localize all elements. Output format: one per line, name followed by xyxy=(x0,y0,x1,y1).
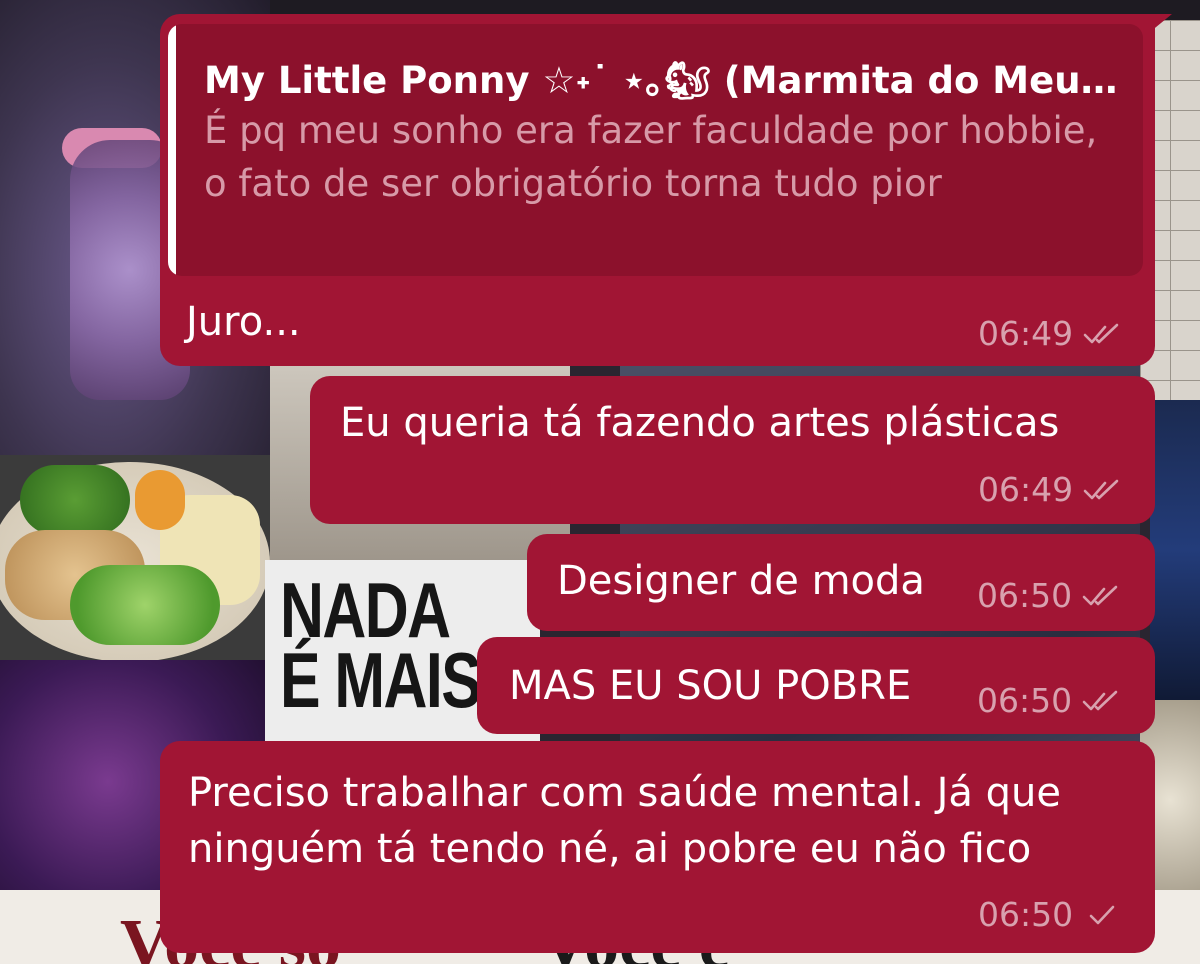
message-meta: 06:50 xyxy=(977,681,1120,720)
reply-quote[interactable]: My Little Ponny ☆˖˙ ⋆｡🐿 (Marmita do Meu…… xyxy=(168,24,1143,276)
message-time: 06:50 xyxy=(977,576,1073,615)
wallpaper-carrot xyxy=(135,470,185,530)
reply-quote-bar xyxy=(168,24,176,276)
message-meta: 06:50 xyxy=(977,576,1120,615)
wallpaper-right-photo xyxy=(1150,400,1200,700)
reply-author: My Little Ponny ☆˖˙ ⋆｡🐿 (Marmita do Meu… xyxy=(204,59,1118,102)
message-text: Preciso trabalhar com saúde mental. Já q… xyxy=(188,770,1062,872)
message-bubble[interactable]: My Little Ponny ☆˖˙ ⋆｡🐿 (Marmita do Meu…… xyxy=(160,14,1155,366)
wallpaper-salad xyxy=(70,565,220,645)
message-time: 06:49 xyxy=(978,470,1074,509)
message-meta: 06:49 xyxy=(978,314,1121,353)
message-bubble[interactable]: Designer de moda 06:50 xyxy=(527,534,1155,631)
message-time: 06:49 xyxy=(978,314,1074,353)
double-check-icon xyxy=(1082,690,1118,710)
message-text: Juro... xyxy=(186,299,301,345)
message-bubble[interactable]: Eu queria tá fazendo artes plásticas 06:… xyxy=(310,376,1155,524)
message-text: Designer de moda xyxy=(557,558,925,604)
reply-text: É pq meu sonho era fazer faculdade por h… xyxy=(204,109,1098,205)
message-text: Eu queria tá fazendo artes plásticas xyxy=(340,400,1060,446)
wallpaper-broccoli xyxy=(20,465,130,535)
message-meta: 06:49 xyxy=(978,470,1121,509)
single-check-icon xyxy=(1089,905,1115,924)
double-check-icon xyxy=(1083,479,1119,499)
message-meta: 06:50 xyxy=(978,895,1121,934)
wallpaper-poster-text: NADA É MAIS xyxy=(280,566,482,724)
message-text: MAS EU SOU POBRE xyxy=(509,663,912,709)
message-time: 06:50 xyxy=(978,895,1074,934)
message-bubble[interactable]: Preciso trabalhar com saúde mental. Já q… xyxy=(160,741,1155,953)
bubble-tail xyxy=(1150,14,1172,32)
double-check-icon xyxy=(1082,585,1118,605)
message-bubble[interactable]: MAS EU SOU POBRE 06:50 xyxy=(477,637,1155,734)
double-check-icon xyxy=(1083,323,1119,343)
message-time: 06:50 xyxy=(977,681,1073,720)
